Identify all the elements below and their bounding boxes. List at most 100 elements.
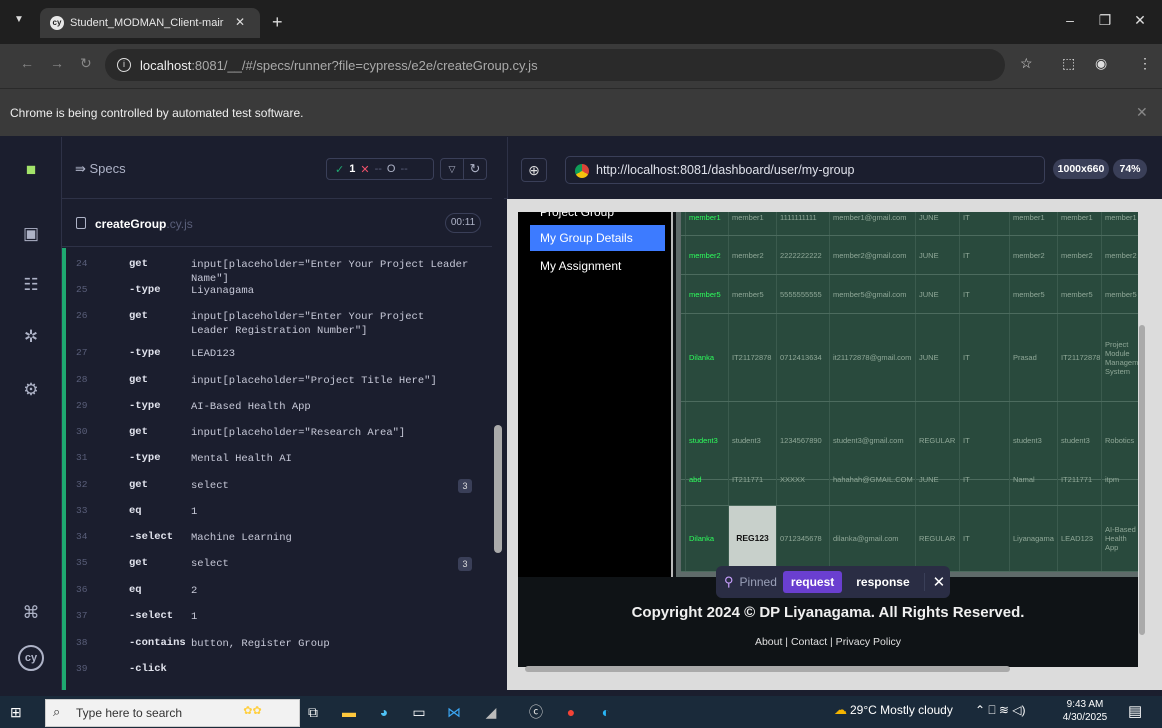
command-args: input[placeholder="Enter Your Project Le… [191, 259, 469, 285]
command-row[interactable]: 24 get input[placeholder="Enter Your Proje… [66, 258, 492, 285]
table-cell: dilanka@gmail.com [829, 506, 915, 571]
command-row[interactable]: 39 -click [66, 663, 492, 683]
chrome-taskbar-icon[interactable]: ◕ [373, 702, 395, 722]
address-bar[interactable]: localhost:8081/__/#/specs/runner?file=cy… [105, 49, 1005, 81]
table-cell: member1 [1009, 212, 1057, 235]
table-cell: member2 [1057, 236, 1101, 274]
notifications-icon[interactable]: ▤ [1128, 702, 1142, 720]
infobar-close-icon[interactable]: ✕ [1136, 104, 1148, 121]
command-row[interactable]: 31 -type Mental Health AI [66, 452, 492, 472]
file-icon [76, 217, 86, 229]
sidebar-item-my-group-details[interactable]: My Group Details [530, 225, 665, 251]
command-row[interactable]: 34 -select Machine Learning [66, 531, 492, 551]
minimize-icon[interactable]: – [1055, 12, 1085, 28]
command-row[interactable]: 29 -type AI-Based Health App [66, 400, 492, 420]
table-cell: member5@gmail.com [829, 275, 915, 313]
forward-icon[interactable]: → [50, 55, 64, 71]
spec-file-name[interactable]: createGroup.cy.js [95, 217, 193, 231]
settings-gear-icon[interactable]: ⚙ [18, 377, 44, 403]
menu-kebab-icon[interactable]: ⋮ [1138, 55, 1152, 72]
terminal-icon[interactable]: ▭ [408, 702, 430, 722]
windows-start-icon[interactable]: ⊞ [10, 704, 22, 721]
command-log-scrollbar[interactable] [494, 425, 502, 553]
aut-horizontal-scrollbar[interactable] [525, 666, 1010, 672]
group-table-wrapper: member1 member1 1111111111 member1@gmail.co… [676, 212, 1138, 577]
profile-icon[interactable]: ◉ [1095, 55, 1107, 72]
new-tab-icon[interactable]: + [272, 12, 283, 33]
command-row[interactable]: 37 -select 1 [66, 610, 492, 630]
url-path: :8081/__/#/specs/runner?file=cypress/e2e… [191, 57, 538, 73]
specs-toggle[interactable]: ⇛ Specs [75, 161, 126, 177]
cypress-logo-icon[interactable]: cy [18, 645, 44, 671]
response-button[interactable]: response [848, 571, 917, 593]
runs-nav-icon[interactable]: ☷ [18, 272, 44, 298]
system-tray[interactable]: ⌃ ⎕ ≋ ◁) [975, 703, 1026, 718]
command-name: get [129, 479, 148, 491]
command-row[interactable]: 36 eq 2 [66, 584, 492, 604]
table-cell: IT21172878 [1057, 314, 1101, 401]
selector-playground-icon[interactable]: ⊕ [521, 158, 547, 182]
table-cell: AI-Based Health App [1101, 506, 1138, 571]
command-name: -click [129, 663, 167, 675]
project-icon[interactable]: ■ [18, 157, 44, 183]
unpin-close-icon[interactable]: ✕ [923, 573, 945, 591]
command-args: LEAD123 [191, 348, 236, 360]
chrome-active-taskbar-icon[interactable]: ● [560, 702, 582, 722]
table-cell: member1 [728, 212, 776, 235]
command-row[interactable]: 26 get input[placeholder="Enter Your Proje… [66, 310, 492, 344]
command-row[interactable]: 25 -type Liyanagama [66, 284, 492, 304]
command-row[interactable]: 27 -type LEAD123 [66, 347, 492, 367]
command-row[interactable]: 30 get input[placeholder="Research Area"] [66, 426, 492, 446]
table-cell: Prasad [1009, 314, 1057, 401]
table-row: member5 member5 5555555555 member5@gmail.co… [681, 275, 1138, 314]
command-row[interactable]: 33 eq 1 [66, 505, 492, 525]
request-button[interactable]: request [782, 571, 843, 593]
search-icon: ⌕ [53, 704, 61, 719]
command-args: 1 [191, 506, 198, 518]
tab-search-dropdown-icon[interactable]: ▼ [14, 14, 24, 25]
window-close-icon[interactable]: ✕ [1125, 12, 1155, 29]
table-cell: member5 [728, 275, 776, 313]
command-row[interactable]: 32 get select 3 [66, 479, 492, 499]
table-cell: member5 [1057, 275, 1101, 313]
edge-taskbar-icon[interactable]: ◐ [595, 702, 617, 722]
app-taskbar-icon[interactable]: ◢ [480, 702, 502, 722]
zoom-badge[interactable]: 74% [1113, 159, 1147, 179]
footer-links[interactable]: About | Contact | Privacy Policy [518, 636, 1138, 648]
pinned-snapshot-popup: ⚲ Pinned request response ✕ [716, 566, 950, 598]
site-info-icon[interactable]: i [117, 58, 131, 72]
file-explorer-icon[interactable]: ▬ [338, 702, 360, 722]
table-row: Dilanka IT21172878 0712413634 it21172878@gm… [681, 314, 1138, 402]
aut-url: http://localhost:8081/dashboard/user/my-… [596, 163, 855, 177]
sidebar-item-my-assignment[interactable]: My Assignment [530, 253, 665, 279]
bookmark-star-icon[interactable]: ☆ [1020, 55, 1033, 72]
aut-url-bar[interactable]: http://localhost:8081/dashboard/user/my-… [565, 156, 1045, 184]
taskbar-clock[interactable]: 9:43 AM 4/30/2025 [1060, 698, 1110, 724]
extensions-icon[interactable]: ⬚ [1062, 55, 1075, 72]
tab-close-icon[interactable]: ✕ [235, 15, 245, 29]
command-row[interactable]: 38 -contains button, Register Group [66, 637, 492, 657]
task-view-icon[interactable]: ⧉ [302, 702, 324, 722]
reload-icon[interactable]: ↻ [80, 55, 92, 72]
viewport-size-badge[interactable]: 1000x660 [1053, 159, 1109, 179]
keyboard-shortcuts-icon[interactable]: ⌘ [18, 600, 44, 626]
browser-tab[interactable]: Student_MODMAN_Client-mair [40, 8, 260, 38]
restore-icon[interactable]: ❐ [1090, 12, 1120, 29]
command-line-number: 31 [76, 452, 88, 463]
sidebar-item-project-group[interactable]: Project Group [530, 212, 665, 225]
cypress-taskbar-icon[interactable]: ⓒ [525, 702, 547, 722]
weather-text[interactable]: 29°C Mostly cloudy [850, 703, 953, 717]
vscode-icon[interactable]: ⋈ [443, 702, 465, 722]
command-row[interactable]: 28 get input[placeholder="Project Title He… [66, 374, 492, 394]
command-row[interactable]: 35 get select 3 [66, 557, 492, 577]
debug-nav-icon[interactable]: ✲ [18, 324, 44, 350]
search-highlight-icon[interactable]: ✿✿ [230, 701, 275, 721]
table-cell: 5555555555 [776, 275, 829, 313]
table-cell: member5 [1009, 275, 1057, 313]
aut-vertical-scrollbar[interactable] [1139, 325, 1145, 635]
rerun-icon[interactable]: ↻ [463, 158, 487, 180]
back-icon[interactable]: ← [20, 55, 34, 71]
command-line-number: 36 [76, 584, 88, 595]
stats-dropdown-icon[interactable]: ▽ [440, 158, 464, 180]
specs-nav-icon[interactable]: ▣ [18, 221, 44, 247]
